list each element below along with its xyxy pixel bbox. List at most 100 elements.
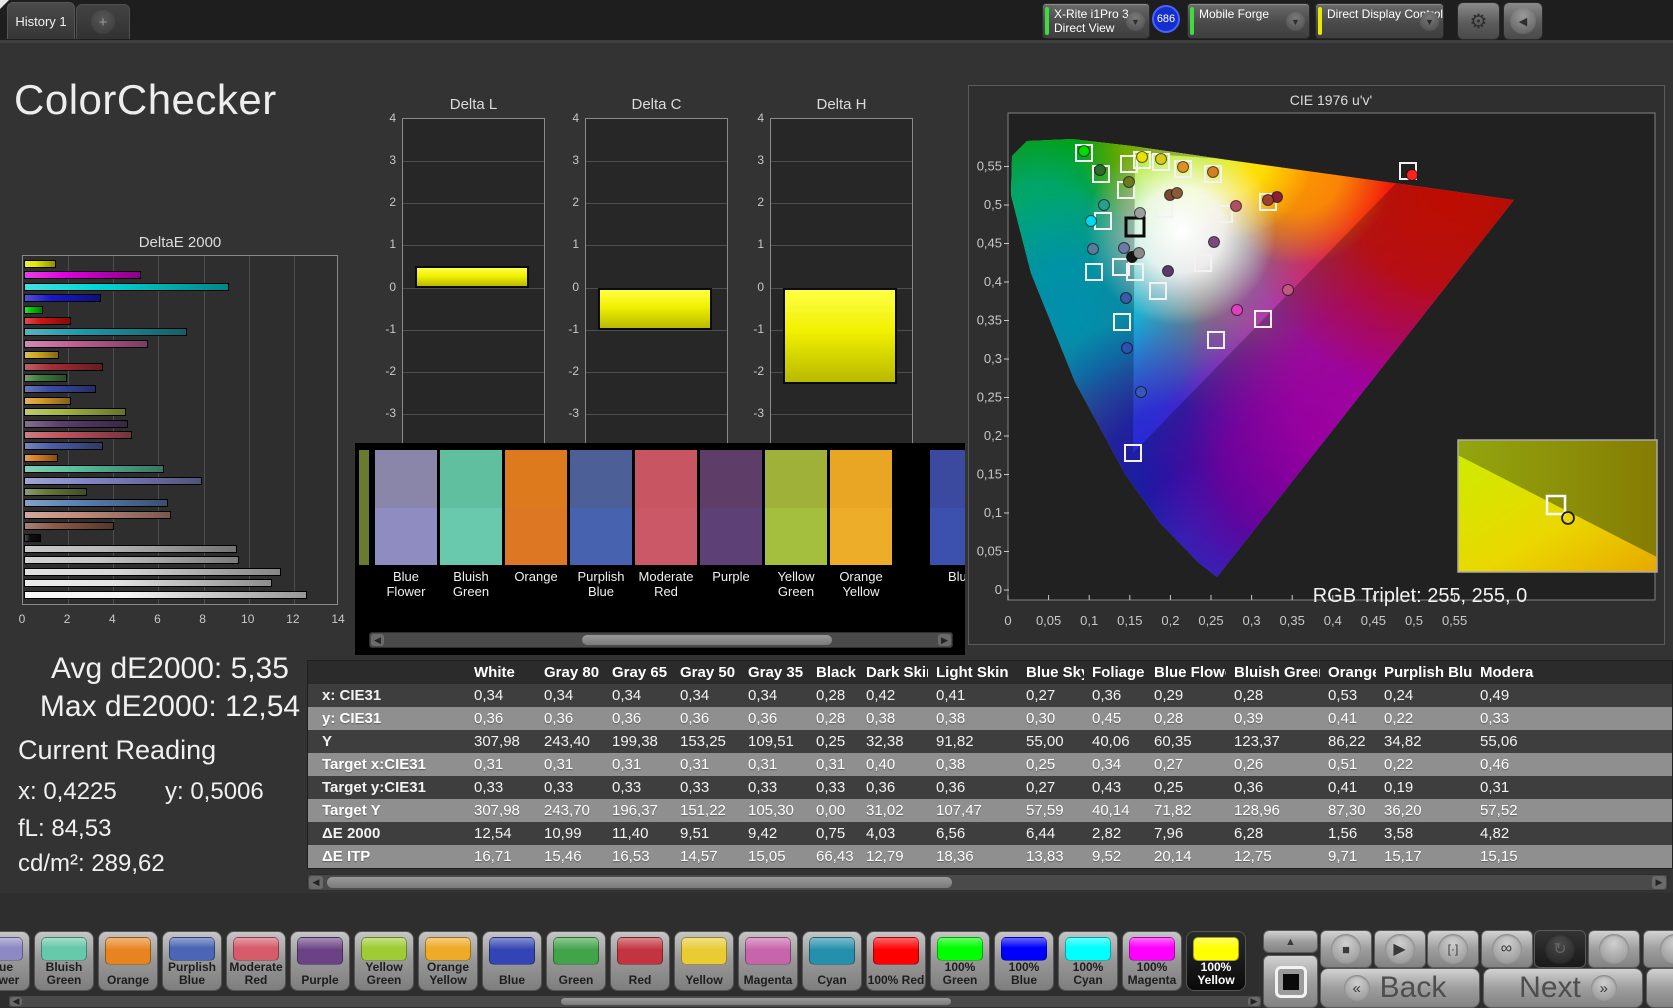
add-tab-button[interactable]: + <box>76 4 130 39</box>
patch-button-blue[interactable]: Blue <box>482 931 542 991</box>
patch-button-blue-flower[interactable]: BlueFlower <box>0 931 30 991</box>
patch-button-orange[interactable]: Orange <box>98 931 158 991</box>
measured-point-marker <box>1124 177 1135 188</box>
tab-history-1[interactable]: History 1 <box>7 2 75 39</box>
patch-list-scrollbar[interactable]: ◀ ▶ <box>8 995 1262 1008</box>
patch-swatch-orange-yellow[interactable] <box>830 450 892 565</box>
scroll-right-icon[interactable]: ▶ <box>1248 997 1260 1006</box>
patch-swatch-blue[interactable] <box>930 450 965 565</box>
patch-strip-scrollbar-thumb[interactable] <box>582 635 832 645</box>
transport-overflow-button[interactable] <box>1643 930 1673 968</box>
patch-target-half <box>635 450 697 508</box>
patch-button-100-blue[interactable]: 100%Blue <box>994 931 1054 991</box>
patch-button-swatch <box>169 937 215 961</box>
patch-swatch-bluish-green[interactable] <box>440 450 502 565</box>
patch-button-red[interactable]: Red <box>610 931 670 991</box>
measured-point-marker <box>1079 146 1090 157</box>
blank-button[interactable] <box>1588 930 1640 968</box>
patch-button-swatch <box>489 937 535 965</box>
patch-button-100red[interactable]: 100% Red <box>866 931 926 991</box>
patch-window-button[interactable] <box>1263 955 1318 1008</box>
meter-dropdown[interactable]: X-Rite i1Pro 3Direct View ▼ <box>1042 3 1150 39</box>
table-cell: 0,27 <box>1146 753 1226 776</box>
row-label: Target x:CIE31 <box>308 753 466 776</box>
table-cell: 0,36 <box>536 707 604 730</box>
patch-button-cyan[interactable]: Cyan <box>802 931 862 991</box>
table-cell: 0,31 <box>536 753 604 776</box>
column-header-modera: Modera <box>1472 661 1673 684</box>
patch-button-100-yellow[interactable]: 100%Yellow <box>1186 931 1246 991</box>
scroll-left-icon[interactable]: ◀ <box>309 876 323 889</box>
patch-button-label: 100%Cyan <box>1059 961 1117 990</box>
refresh-button[interactable]: ↻ <box>1534 930 1586 968</box>
chevron-down-icon[interactable]: ▼ <box>1126 12 1145 31</box>
de-bar-magenta <box>24 340 148 348</box>
scroll-right-icon[interactable]: ▶ <box>938 634 951 646</box>
patch-swatch-moderate-red[interactable] <box>635 450 697 565</box>
stop-button[interactable]: ■ <box>1320 930 1372 968</box>
table-cell: 0,75 <box>808 822 858 845</box>
meter-count-badge[interactable]: 686 <box>1152 5 1180 33</box>
patch-button-yellow-green[interactable]: YellowGreen <box>354 931 414 991</box>
de-bar-gray-65 <box>24 568 281 576</box>
patch-button-orange-yellow[interactable]: OrangeYellow <box>418 931 478 991</box>
scroll-left-icon[interactable]: ◀ <box>10 997 22 1006</box>
patch-strip-scrollbar[interactable]: ◀▶ <box>369 632 953 648</box>
table-cell: 0,31 <box>672 753 740 776</box>
patch-button-green[interactable]: Green <box>546 931 606 991</box>
scroll-left-icon[interactable]: ◀ <box>371 634 384 646</box>
de2000-chart-title: DeltaE 2000 <box>22 234 338 251</box>
patch-button-swatch <box>873 937 919 965</box>
source-dropdown[interactable]: Mobile Forge ▼ <box>1187 3 1310 39</box>
table-cell: 0,34 <box>1084 753 1146 776</box>
patch-swatch-blue-flower[interactable] <box>375 450 437 565</box>
patch-button-label: Cyan <box>803 965 861 990</box>
patch-button-bluish-green[interactable]: BluishGreen <box>34 931 94 991</box>
patch-swatch-purplish-blue[interactable] <box>570 450 632 565</box>
frame-button[interactable]: [·] <box>1427 930 1479 968</box>
de-bar-white <box>24 591 307 599</box>
next-button[interactable]: Next » <box>1483 968 1643 1008</box>
patch-button-purplish-blue[interactable]: PurplishBlue <box>162 931 222 991</box>
patch-button-yellow[interactable]: Yellow <box>674 931 734 991</box>
table-cell: 57,59 <box>1018 799 1084 822</box>
settings-button[interactable]: ⚙ <box>1457 2 1500 40</box>
patch-target-half <box>440 450 502 508</box>
table-scrollbar[interactable]: ◀ ▶ <box>307 874 1668 891</box>
patch-button-purple[interactable]: Purple <box>290 931 350 991</box>
patch-list-scrollbar-thumb[interactable] <box>561 998 951 1005</box>
table-cell: 0,27 <box>1018 684 1084 707</box>
table-scrollbar-thumb[interactable] <box>327 877 952 888</box>
measured-point-marker <box>1135 208 1146 219</box>
scroll-right-icon[interactable]: ▶ <box>1652 876 1666 889</box>
bar-shade <box>25 398 70 404</box>
x-tick-label: 2 <box>57 612 77 626</box>
infinity-button[interactable]: ∞ <box>1481 930 1533 968</box>
svg-text:0,55: 0,55 <box>1442 613 1467 628</box>
play-button[interactable]: ▶ <box>1374 930 1426 968</box>
avg-de2000-value: Avg dE2000: 5,35 <box>20 652 320 686</box>
workflow-dropdown[interactable]: Direct Display Control ▼ <box>1315 3 1444 39</box>
delta-chart-title: Delta L <box>402 96 545 113</box>
refresh-icon: ↻ <box>1545 934 1575 964</box>
bar-shade <box>25 272 140 278</box>
patch-button-100-green[interactable]: 100%Green <box>930 931 990 991</box>
next-button-overflow[interactable] <box>1646 968 1673 1008</box>
collapse-panel-button[interactable]: ◀ <box>1503 2 1543 40</box>
chevron-down-icon[interactable]: ▼ <box>1420 12 1439 31</box>
patch-swatch-purple[interactable] <box>700 450 762 565</box>
patch-swatch-orange[interactable] <box>505 450 567 565</box>
back-button[interactable]: « Back <box>1320 968 1480 1008</box>
patch-panel-up-button[interactable]: ▲ <box>1263 930 1318 953</box>
patch-button-100-magenta[interactable]: 100%Magenta <box>1122 931 1182 991</box>
patch-button-100-cyan[interactable]: 100%Cyan <box>1058 931 1118 991</box>
chevron-down-icon[interactable]: ▼ <box>1286 12 1305 31</box>
y-tick-label: -2 <box>555 364 579 378</box>
meter-label: X-Rite i1Pro 3Direct View <box>1054 7 1129 35</box>
bar-shade <box>25 352 58 358</box>
measured-point-marker <box>1095 165 1106 176</box>
patch-button-moderate-red[interactable]: ModerateRed <box>226 931 286 991</box>
table-cell: 0,43 <box>1084 776 1146 799</box>
patch-button-magenta[interactable]: Magenta <box>738 931 798 991</box>
patch-swatch-yellow-green[interactable] <box>765 450 827 565</box>
